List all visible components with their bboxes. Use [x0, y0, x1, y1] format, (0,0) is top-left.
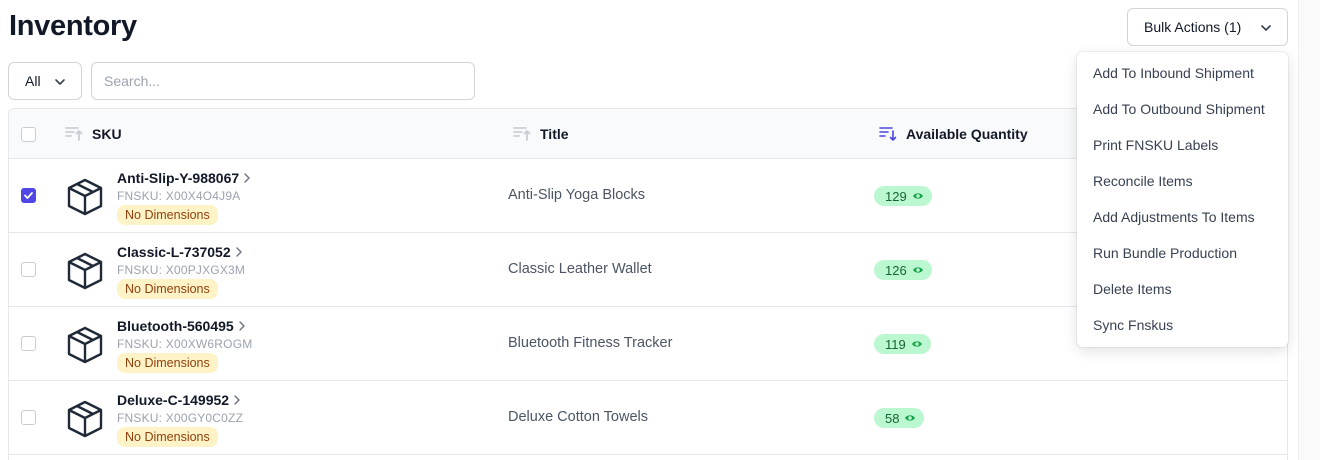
quantity-value: 129 — [885, 188, 907, 204]
item-title: Deluxe Cotton Towels — [508, 409, 648, 425]
chevron-right-icon — [235, 247, 242, 257]
column-label-sku: SKU — [92, 126, 122, 142]
column-header-sku[interactable]: SKU — [65, 109, 122, 159]
no-dimensions-badge: No Dimensions — [117, 279, 218, 299]
menu-item-add-to-outbound-shipment[interactable]: Add To Outbound Shipment — [1077, 91, 1288, 127]
select-all-cell — [21, 109, 36, 159]
menu-item-print-fnsku-labels[interactable]: Print FNSKU Labels — [1077, 127, 1288, 163]
no-dimensions-badge: No Dimensions — [117, 427, 218, 447]
quantity-badge[interactable]: 129 — [874, 186, 932, 206]
menu-item-sync-fnskus[interactable]: Sync Fnskus — [1077, 307, 1288, 343]
chevron-right-icon — [234, 395, 240, 405]
search-input[interactable] — [91, 62, 475, 100]
eye-icon — [912, 193, 923, 199]
package-box-icon — [67, 400, 103, 438]
fnsku-text: FNSKU: X00X4O4J9A — [117, 189, 241, 203]
chevron-down-icon — [55, 79, 65, 85]
menu-item-run-bundle-production[interactable]: Run Bundle Production — [1077, 235, 1288, 271]
page-title: Inventory — [9, 10, 137, 42]
bulk-actions-menu: Add To Inbound Shipment Add To Outbound … — [1077, 52, 1288, 347]
chevron-right-icon — [239, 321, 245, 331]
table-row[interactable]: Deluxe-C-149952 FNSKU: X00GY0C0ZZ No Dim… — [9, 381, 1287, 455]
chevron-right-icon — [244, 173, 250, 183]
column-header-title[interactable]: Title — [513, 109, 569, 159]
fnsku-text: FNSKU: X00XW6ROGM — [117, 337, 253, 351]
quantity-badge[interactable]: 58 — [874, 408, 925, 428]
item-title: Classic Leather Wallet — [508, 261, 652, 277]
package-box-icon — [67, 178, 103, 216]
bulk-actions-label: Bulk Actions (1) — [1144, 19, 1242, 35]
row-checkbox[interactable] — [21, 262, 36, 277]
column-label-available-quantity: Available Quantity — [906, 126, 1028, 142]
bulk-actions-button[interactable]: Bulk Actions (1) — [1127, 8, 1288, 46]
eye-icon — [905, 415, 916, 421]
quantity-value: 126 — [885, 262, 907, 278]
quantity-value: 119 — [885, 336, 906, 352]
eye-icon — [911, 341, 922, 347]
fnsku-text: FNSKU: X00GY0C0ZZ — [117, 411, 244, 425]
quantity-value: 58 — [885, 410, 900, 426]
item-title: Anti-Slip Yoga Blocks — [508, 187, 646, 203]
menu-item-reconcile-items[interactable]: Reconcile Items — [1077, 163, 1288, 199]
menu-item-add-adjustments-to-items[interactable]: Add Adjustments To Items — [1077, 199, 1288, 235]
sku-text: Bluetooth-560495 — [117, 318, 234, 334]
item-title: Bluetooth Fitness Tracker — [508, 335, 673, 351]
column-header-available-quantity[interactable]: Available Quantity — [879, 109, 1028, 159]
quantity-badge[interactable]: 119 — [874, 334, 931, 354]
sort-ascending-icon[interactable] — [65, 126, 83, 142]
filter-select-value: All — [25, 73, 41, 89]
fnsku-text: FNSKU: X00PJXGX3M — [117, 263, 246, 277]
sku-link[interactable]: Classic-L-737052 — [117, 244, 243, 260]
column-label-title: Title — [540, 126, 569, 142]
package-box-icon — [67, 326, 103, 364]
sort-descending-icon[interactable] — [879, 126, 897, 142]
menu-item-add-to-inbound-shipment[interactable]: Add To Inbound Shipment — [1077, 55, 1288, 91]
menu-item-delete-items[interactable]: Delete Items — [1077, 271, 1288, 307]
row-checkbox[interactable] — [21, 410, 36, 425]
quantity-badge[interactable]: 126 — [874, 260, 932, 280]
no-dimensions-badge: No Dimensions — [117, 205, 218, 225]
row-checkbox[interactable] — [21, 188, 36, 203]
eye-icon — [912, 267, 923, 273]
sku-text: Anti-Slip-Y-988067 — [117, 170, 240, 186]
sku-text: Deluxe-C-149952 — [117, 392, 230, 408]
no-dimensions-badge: No Dimensions — [117, 353, 218, 373]
sku-link[interactable]: Bluetooth-560495 — [117, 318, 246, 334]
filter-select[interactable]: All — [8, 62, 82, 100]
sort-ascending-icon[interactable] — [513, 126, 531, 142]
sku-link[interactable]: Anti-Slip-Y-988067 — [117, 170, 251, 186]
page-scrollbar[interactable] — [1298, 0, 1320, 460]
select-all-checkbox[interactable] — [21, 126, 36, 142]
package-box-icon — [67, 252, 103, 290]
sku-link[interactable]: Deluxe-C-149952 — [117, 392, 241, 408]
chevron-down-icon — [1261, 25, 1271, 31]
row-checkbox[interactable] — [21, 336, 36, 351]
sku-text: Classic-L-737052 — [117, 244, 231, 260]
